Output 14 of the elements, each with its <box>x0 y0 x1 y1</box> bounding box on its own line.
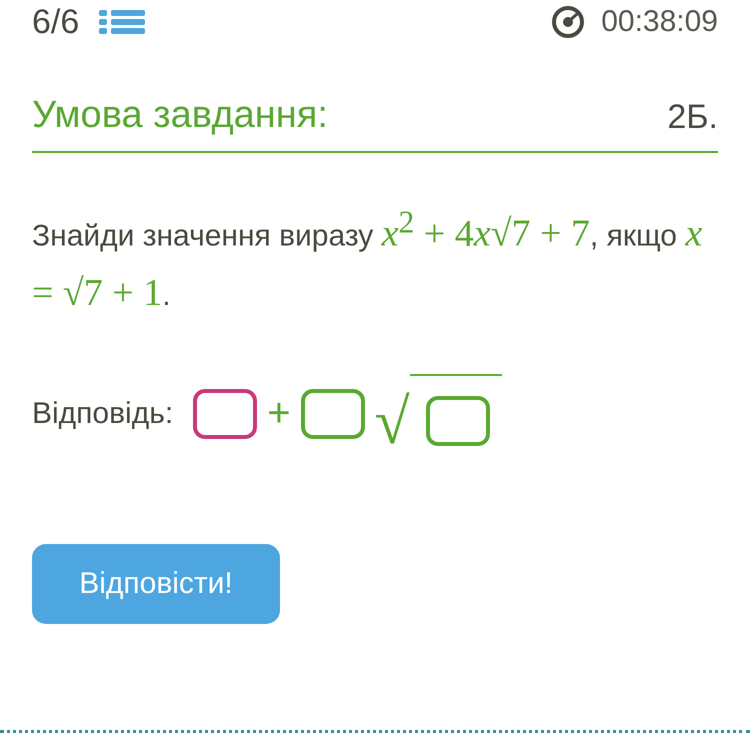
progress-counter: 6/6 <box>32 2 80 42</box>
answer-box[interactable] <box>300 388 365 439</box>
question-text: Знайди значення виразу x$^{2}$ + 4x√7 + 7, якщо x = √7 + 1. <box>32 203 704 316</box>
clock-icon <box>551 5 586 39</box>
root-sign: √ <box>374 390 410 454</box>
task-points: 2Б. <box>667 98 718 137</box>
answer-box[interactable] <box>426 396 490 446</box>
answer-label: Відповідь: <box>32 396 174 431</box>
answer-box[interactable] <box>193 388 258 439</box>
task-title: Умова завдання: <box>32 94 328 137</box>
list-icon[interactable] <box>99 9 146 35</box>
submit-button[interactable]: Відповісти! <box>32 544 280 624</box>
timer: 00:38:09 <box>601 5 718 39</box>
plus-sign: + <box>267 391 291 436</box>
